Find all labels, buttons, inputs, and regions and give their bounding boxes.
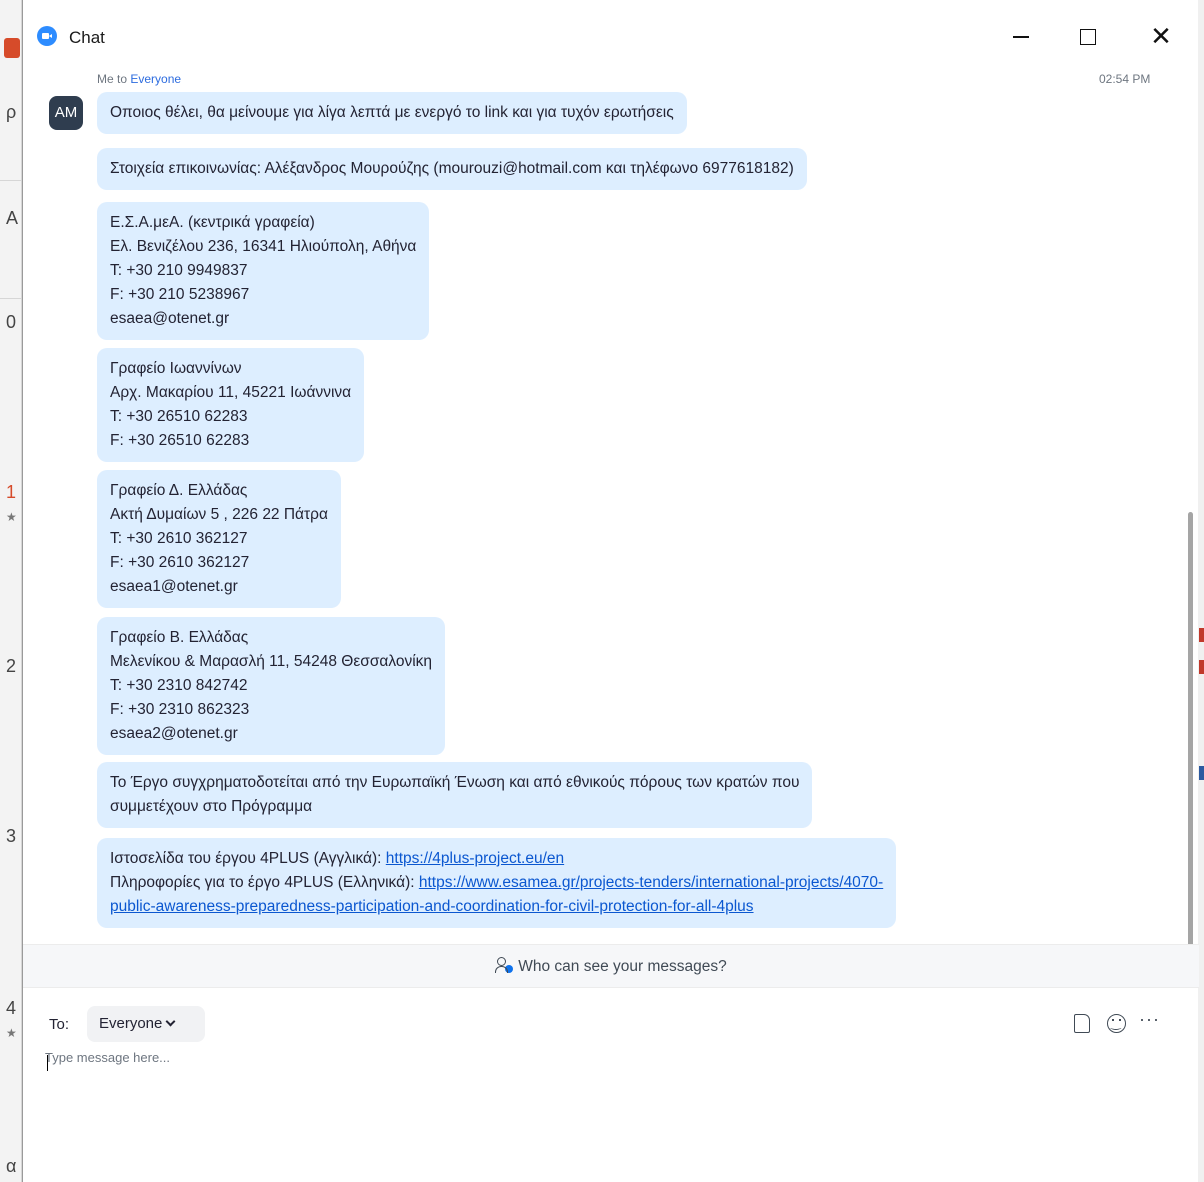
privacy-info-bar[interactable]: Who can see your messages? [23,944,1199,988]
text-caret [47,1055,48,1071]
emoji-icon-eyes [1112,1019,1121,1021]
background-glyph: ρ [6,102,17,122]
background-app-badge [4,38,20,58]
background-glyph: 0 [6,312,17,332]
background-star-icon: ★ [6,1026,17,1040]
message-meta: Me to Everyone [97,72,181,86]
chat-message[interactable]: Γραφείο Δ. Ελλάδας Ακτή Δυμαίων 5 , 226 … [97,470,341,608]
zoom-camera-icon [37,26,57,46]
sender-label: Me to [97,72,131,86]
background-app-edge: ρ A 0 1 ★ 2 3 4 ★ α [0,0,22,1182]
chevron-down-icon [165,1016,176,1027]
background-glyph: 4 [6,998,17,1018]
project-link-english[interactable]: https://4plus-project.eu/en [386,850,564,867]
more-icon[interactable]: ··· [1139,1010,1161,1034]
chat-message[interactable]: Γραφείο Ιωαννίνων Αρχ. Μακαρίου 11, 4522… [97,348,365,462]
people-icon [495,957,514,973]
privacy-info-label: Who can see your messages? [518,958,727,975]
message-input[interactable] [45,1050,1175,1160]
background-glyph: A [6,208,19,228]
background-mark [1199,766,1204,780]
recipient-dropdown-label: Everyone [99,1015,163,1032]
background-glyph: 3 [6,826,17,846]
people-icon-dot [505,965,514,973]
minimize-button[interactable] [1007,22,1035,50]
recipient-dropdown[interactable]: Everyone [87,1006,205,1042]
project-link-greek[interactable]: https://www.esamea.gr/projects-tenders/i… [419,874,883,891]
link-prefix-english: Ιστοσελίδα του έργου 4PLUS (Αγγλικά): [110,850,386,867]
background-glyph: α [6,1156,17,1176]
background-glyph: 1 [6,482,17,502]
background-divider [0,298,22,299]
chat-message-links[interactable]: Ιστοσελίδα του έργου 4PLUS (Αγγλικά): ht… [97,838,897,928]
chat-message[interactable]: Το Έργο συγχρηματοδοτείται από την Ευρωπ… [97,762,813,828]
chat-message[interactable]: Στοιχεία επικοινωνίας: Αλέξανδρος Μουρού… [97,148,807,190]
chat-scrollbar[interactable] [1188,512,1193,944]
close-button[interactable]: ✕ [1147,22,1175,50]
message-timestamp: 02:54 PM [1099,72,1151,86]
link-prefix-greek: Πληροφορίες για το έργο 4PLUS (Ελληνικά)… [110,874,419,891]
recipient-link[interactable]: Everyone [130,72,181,86]
background-mark [1199,628,1204,642]
emoji-icon[interactable] [1105,1012,1127,1034]
to-label: To: [49,1016,70,1033]
avatar[interactable]: AM [49,96,83,130]
window-title: Chat [69,28,105,47]
chat-message[interactable]: Ε.Σ.Α.μεΑ. (κεντρικά γραφεία) Ελ. Βενιζέ… [97,202,430,340]
file-icon[interactable] [1071,1012,1093,1034]
chat-message[interactable]: Γραφείο Β. Ελλάδας Μελενίκου & Μαρασλή 1… [97,617,446,755]
background-star-icon: ★ [6,510,17,524]
maximize-button[interactable] [1073,22,1101,50]
background-mark [1199,660,1204,674]
title-bar[interactable]: Chat ✕ [23,0,1198,72]
message-composer: To: Everyone ··· [23,988,1199,1182]
chat-window: Chat ✕ Me to Everyone 02:54 PM AM Οποιος… [22,0,1199,1182]
project-link-greek-continued[interactable]: public-awareness-preparedness-participat… [110,898,754,915]
chat-message-list[interactable]: Me to Everyone 02:54 PM AM Οποιος θέλει,… [23,72,1199,944]
background-divider [0,180,22,181]
background-glyph: 2 [6,656,17,676]
chat-message[interactable]: Οποιος θέλει, θα μείνουμε για λίγα λεπτά… [97,92,687,134]
